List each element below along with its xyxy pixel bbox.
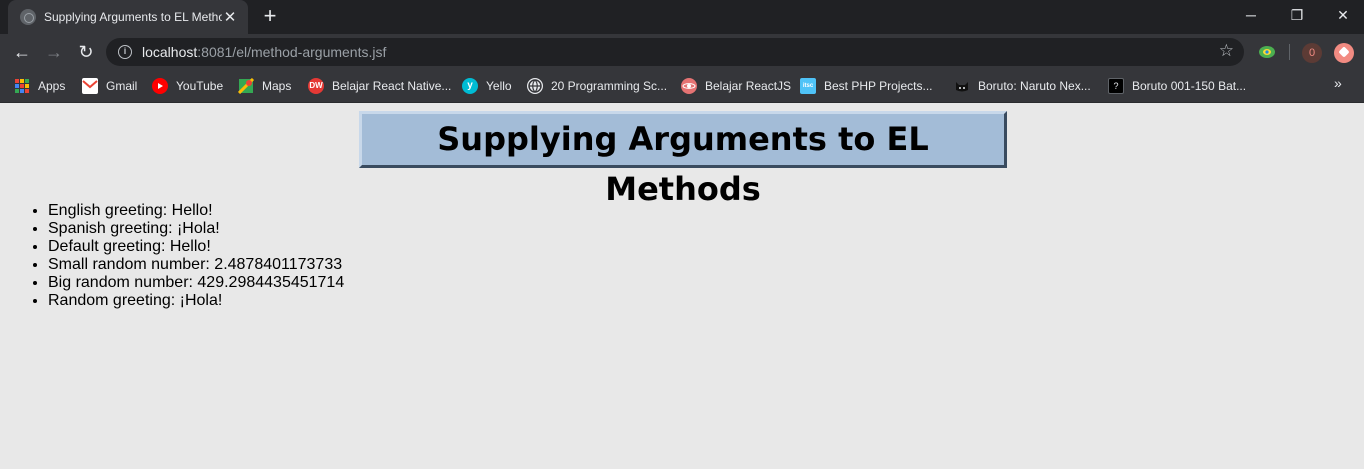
bookmark-yello[interactable]: y Yello	[462, 77, 512, 95]
bookmark-20-programming[interactable]: 20 Programming Sc...	[527, 77, 667, 95]
bookmark-boruto-001-150[interactable]: ? Boruto 001-150 Bat...	[1108, 77, 1246, 95]
apps-grid-icon	[15, 79, 29, 93]
bookmark-belajar-react-native[interactable]: DW Belajar React Native...	[308, 77, 451, 95]
bookmark-label: Best PHP Projects...	[824, 79, 933, 93]
bookmark-label: Boruto 001-150 Bat...	[1132, 79, 1247, 93]
url-host: localhost	[142, 44, 198, 60]
extension-counter-badge[interactable]: 0	[1302, 43, 1322, 63]
yello-icon: y	[462, 78, 478, 94]
bookmark-label: Maps	[262, 79, 292, 93]
new-tab-button[interactable]: +	[258, 4, 282, 28]
bookmarks-bar: Apps Gmail YouTube Maps DW Belajar React…	[0, 70, 1364, 103]
site-info-icon[interactable]: i	[118, 45, 132, 59]
bookmark-label: Boruto: Naruto Nex...	[978, 79, 1091, 93]
list-item: Small random number: 2.4878401173733	[48, 256, 344, 274]
list-item: Default greeting: Hello!	[48, 238, 344, 256]
bookmark-boruto-naruto-next[interactable]: Boruto: Naruto Nex...	[954, 77, 1091, 95]
forward-button[interactable]: →	[41, 39, 67, 65]
list-item: Big random number: 429.2984435451714	[48, 274, 344, 292]
url-text[interactable]: localhost:8081/el/method-arguments.jsf	[142, 44, 386, 60]
gmail-icon	[82, 78, 98, 94]
bookmark-label: Belajar React Native...	[332, 79, 452, 93]
bookmark-label: YouTube	[176, 79, 224, 93]
address-bar[interactable]: i localhost:8081/el/method-arguments.jsf…	[106, 38, 1244, 66]
bookmark-star-icon[interactable]: ☆	[1219, 41, 1234, 61]
url-path: :8081/el/method-arguments.jsf	[197, 44, 387, 60]
restore-button[interactable]: ❐	[1274, 0, 1320, 30]
globe-icon	[527, 78, 543, 94]
bookmarks-overflow-button[interactable]: »	[1334, 75, 1342, 91]
bookmark-label: Belajar ReactJS	[705, 79, 792, 93]
list-item: Spanish greeting: ¡Hola!	[48, 220, 344, 238]
maps-icon	[237, 77, 255, 95]
active-tab[interactable]: Supplying Arguments to EL Methods ✕	[8, 0, 248, 34]
bookmark-label: Gmail	[106, 79, 138, 93]
extension-icon[interactable]	[1258, 44, 1276, 60]
bookmark-maps[interactable]: Maps	[237, 77, 292, 95]
youtube-icon	[152, 78, 168, 94]
bookmark-label: Apps	[38, 79, 66, 93]
cat-icon	[954, 78, 970, 94]
browser-toolbar: ← → ↻ i localhost:8081/el/method-argumen…	[0, 34, 1364, 70]
minimize-button[interactable]: ─	[1228, 0, 1274, 30]
bookmark-label: 20 Programming Sc...	[551, 79, 668, 93]
list-item: English greeting: Hello!	[48, 202, 344, 220]
results-list: English greeting: Hello! Spanish greetin…	[48, 202, 344, 310]
tab-title: Supplying Arguments to EL Methods	[44, 10, 222, 24]
globe-icon	[20, 9, 36, 25]
itsc-icon: itsc	[800, 78, 816, 94]
page-content: Supplying Arguments to EL Methods Englis…	[0, 104, 1364, 469]
close-window-button[interactable]: ✕	[1320, 0, 1364, 30]
bookmark-label: Yello	[486, 79, 512, 93]
bookmark-apps[interactable]: Apps	[15, 77, 65, 95]
reload-button[interactable]: ↻	[73, 39, 99, 65]
bookmark-gmail[interactable]: Gmail	[82, 77, 137, 95]
page-title: Supplying Arguments to EL Methods	[359, 111, 1007, 208]
bookmark-belajar-reactjs[interactable]: Belajar ReactJS	[681, 77, 791, 95]
list-item: Random greeting: ¡Hola!	[48, 292, 344, 310]
toolbar-separator	[1289, 44, 1290, 60]
tab-close-icon[interactable]: ✕	[222, 8, 238, 26]
tab-strip: Supplying Arguments to EL Methods ✕ + ─ …	[0, 0, 1364, 34]
profile-avatar[interactable]	[1334, 43, 1354, 63]
bookmark-best-php-projects[interactable]: itsc Best PHP Projects...	[800, 77, 933, 95]
boruto-icon: ?	[1108, 78, 1124, 94]
back-button[interactable]: ←	[9, 39, 35, 65]
dw-icon: DW	[308, 78, 324, 94]
bookmark-youtube[interactable]: YouTube	[152, 77, 223, 95]
react-icon	[681, 78, 697, 94]
